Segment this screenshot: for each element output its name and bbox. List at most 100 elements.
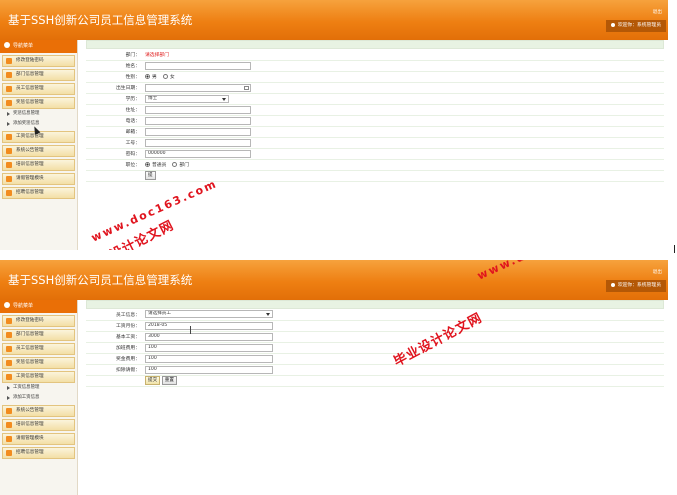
field-label: 出生日期：: [86, 82, 143, 94]
menu-item-notices[interactable]: 系统公告管理: [2, 145, 75, 157]
field-label: 部门：: [86, 49, 143, 61]
password-input[interactable]: 000000: [145, 149, 251, 158]
employee-number-input[interactable]: [145, 138, 251, 147]
menu-label: 工资信息管理: [16, 374, 44, 379]
base-salary-input[interactable]: 3000: [145, 332, 273, 341]
submenu-label: 添加工资信息: [13, 395, 40, 400]
menu-icon: [6, 100, 12, 106]
bonus-input[interactable]: 100: [145, 354, 273, 363]
menu-icon: [6, 408, 12, 414]
menu-item-leave[interactable]: 请假管理模块: [2, 173, 75, 185]
menu-item-recruit[interactable]: 招聘信息管理: [2, 187, 75, 199]
address-input[interactable]: [145, 105, 251, 114]
field-label: 职位：: [86, 159, 143, 171]
submit-button[interactable]: 提交: [145, 376, 161, 385]
empty-cell: [86, 170, 143, 182]
menu-item-salary[interactable]: 工资信息管理: [2, 371, 75, 383]
nav-header-label: 导航菜单: [13, 43, 34, 49]
menu-icon: [6, 318, 12, 324]
nav-header: 导航菜单: [0, 300, 77, 313]
menu-icon: [6, 450, 12, 456]
menu-label: 修改登陆密码: [16, 318, 44, 323]
edge-mark: [674, 245, 675, 253]
field-label: 住址：: [86, 104, 143, 116]
submenu-salary-add[interactable]: 添加工资信息: [0, 393, 77, 403]
position-dept-radio[interactable]: [172, 162, 178, 167]
menu-label: 培训信息管理: [16, 162, 44, 167]
logout-link[interactable]: 退出: [653, 269, 662, 275]
logout-link[interactable]: 退出: [653, 9, 662, 15]
menu-item-departments[interactable]: 部门信息管理: [2, 329, 75, 341]
employee-select[interactable]: 请选择员工: [145, 310, 273, 319]
gender-male-radio[interactable]: [145, 74, 150, 79]
menu-item-employees[interactable]: 员工信息管理: [2, 343, 75, 355]
menu-item-change-password[interactable]: 修改登陆密码: [2, 55, 75, 67]
sidebar: 导航菜单 修改登陆密码 部门信息管理 员工信息管理 奖惩信息管理 奖惩信息管理 …: [0, 40, 78, 250]
menu-item-training[interactable]: 培训信息管理: [2, 419, 75, 431]
menu-item-employees[interactable]: 员工信息管理: [2, 83, 75, 95]
submenu-salary-manage[interactable]: 工资信息管理: [0, 383, 77, 393]
menu-label: 系统公告管理: [16, 408, 44, 413]
email-input[interactable]: [145, 127, 251, 136]
submenu-rewards-manage[interactable]: 奖惩信息管理: [0, 109, 77, 119]
welcome-text: 欢迎你：系统管理员: [617, 23, 661, 28]
menu-item-departments[interactable]: 部门信息管理: [2, 69, 75, 81]
gender-female-radio[interactable]: [162, 74, 168, 79]
reset-button[interactable]: 重置: [161, 376, 177, 385]
menu-icon: [6, 134, 12, 140]
menu-icon: [6, 360, 12, 366]
field-label: 电话：: [86, 115, 143, 127]
nav-icon: [4, 42, 10, 48]
user-icon: [610, 282, 615, 287]
education-select[interactable]: 博士: [145, 94, 229, 103]
menu-item-rewards[interactable]: 奖惩信息管理: [2, 357, 75, 369]
position-normal-radio[interactable]: [145, 162, 150, 167]
menu-item-rewards[interactable]: 奖惩信息管理: [2, 97, 75, 109]
radio-label: 部门: [179, 163, 190, 168]
menu-item-notices[interactable]: 系统公告管理: [2, 405, 75, 417]
menu-label: 招聘信息管理: [16, 190, 44, 195]
empty-cell: [86, 375, 143, 387]
menu-item-change-password[interactable]: 修改登陆密码: [2, 315, 75, 327]
menu-item-training[interactable]: 培训信息管理: [2, 159, 75, 171]
main-content: 部门： 请选择部门 姓名： 性别： 男 女 出生日期： 学历： 博士 住址： 电话…: [86, 40, 664, 250]
menu-icon: [6, 422, 12, 428]
birthdate-input[interactable]: [145, 83, 251, 92]
menu-label: 请假管理模块: [16, 436, 44, 441]
nav-icon: [4, 302, 10, 308]
chevron-down-icon: [266, 313, 270, 317]
phone-input[interactable]: [145, 116, 251, 125]
menu-label: 奖惩信息管理: [16, 100, 44, 105]
calendar-icon[interactable]: [244, 85, 249, 90]
menu-icon: [6, 190, 12, 196]
menu-item-leave[interactable]: 请假管理模块: [2, 433, 75, 445]
field-label: 员工信息：: [86, 309, 143, 321]
menu-label: 员工信息管理: [16, 346, 44, 351]
leave-deduction-input[interactable]: 100: [145, 365, 273, 374]
name-input[interactable]: [145, 61, 251, 70]
menu-icon: [6, 176, 12, 182]
app-header: 基于SSH创新公司员工信息管理系统 退出 欢迎你：系统管理员: [0, 0, 668, 40]
content-top-bar: [86, 300, 664, 309]
welcome-text: 欢迎你：系统管理员: [617, 283, 661, 288]
menu-label: 请假管理模块: [16, 176, 44, 181]
welcome-badge: 欢迎你：系统管理员: [605, 280, 666, 292]
sidebar: 导航菜单 修改登陆密码 部门信息管理 员工信息管理 奖惩信息管理 工资信息管理 …: [0, 300, 78, 495]
menu-item-recruit[interactable]: 招聘信息管理: [2, 447, 75, 459]
radio-label: 男: [152, 75, 157, 80]
content-top-bar: [86, 40, 664, 49]
menu-icon: [6, 148, 12, 154]
radio-label: 女: [169, 75, 175, 80]
field-label: 工号：: [86, 137, 143, 149]
menu-icon: [6, 346, 12, 352]
menu-label: 招聘信息管理: [16, 450, 44, 455]
overtime-pay-input[interactable]: 100: [145, 343, 273, 352]
screenshot-employee-add: 基于SSH创新公司员工信息管理系统 退出 欢迎你：系统管理员 导航菜单 修改登陆…: [0, 0, 668, 250]
submit-button[interactable]: 提: [145, 171, 156, 180]
salary-month-input[interactable]: 2018-05: [145, 321, 273, 330]
menu-icon: [6, 58, 12, 64]
submenu-label: 奖惩信息管理: [13, 111, 40, 116]
menu-label: 培训信息管理: [16, 422, 44, 427]
department-select[interactable]: 请选择部门: [145, 53, 169, 58]
employee-form: 部门： 请选择部门 姓名： 性别： 男 女 出生日期： 学历： 博士 住址： 电话…: [86, 49, 664, 182]
